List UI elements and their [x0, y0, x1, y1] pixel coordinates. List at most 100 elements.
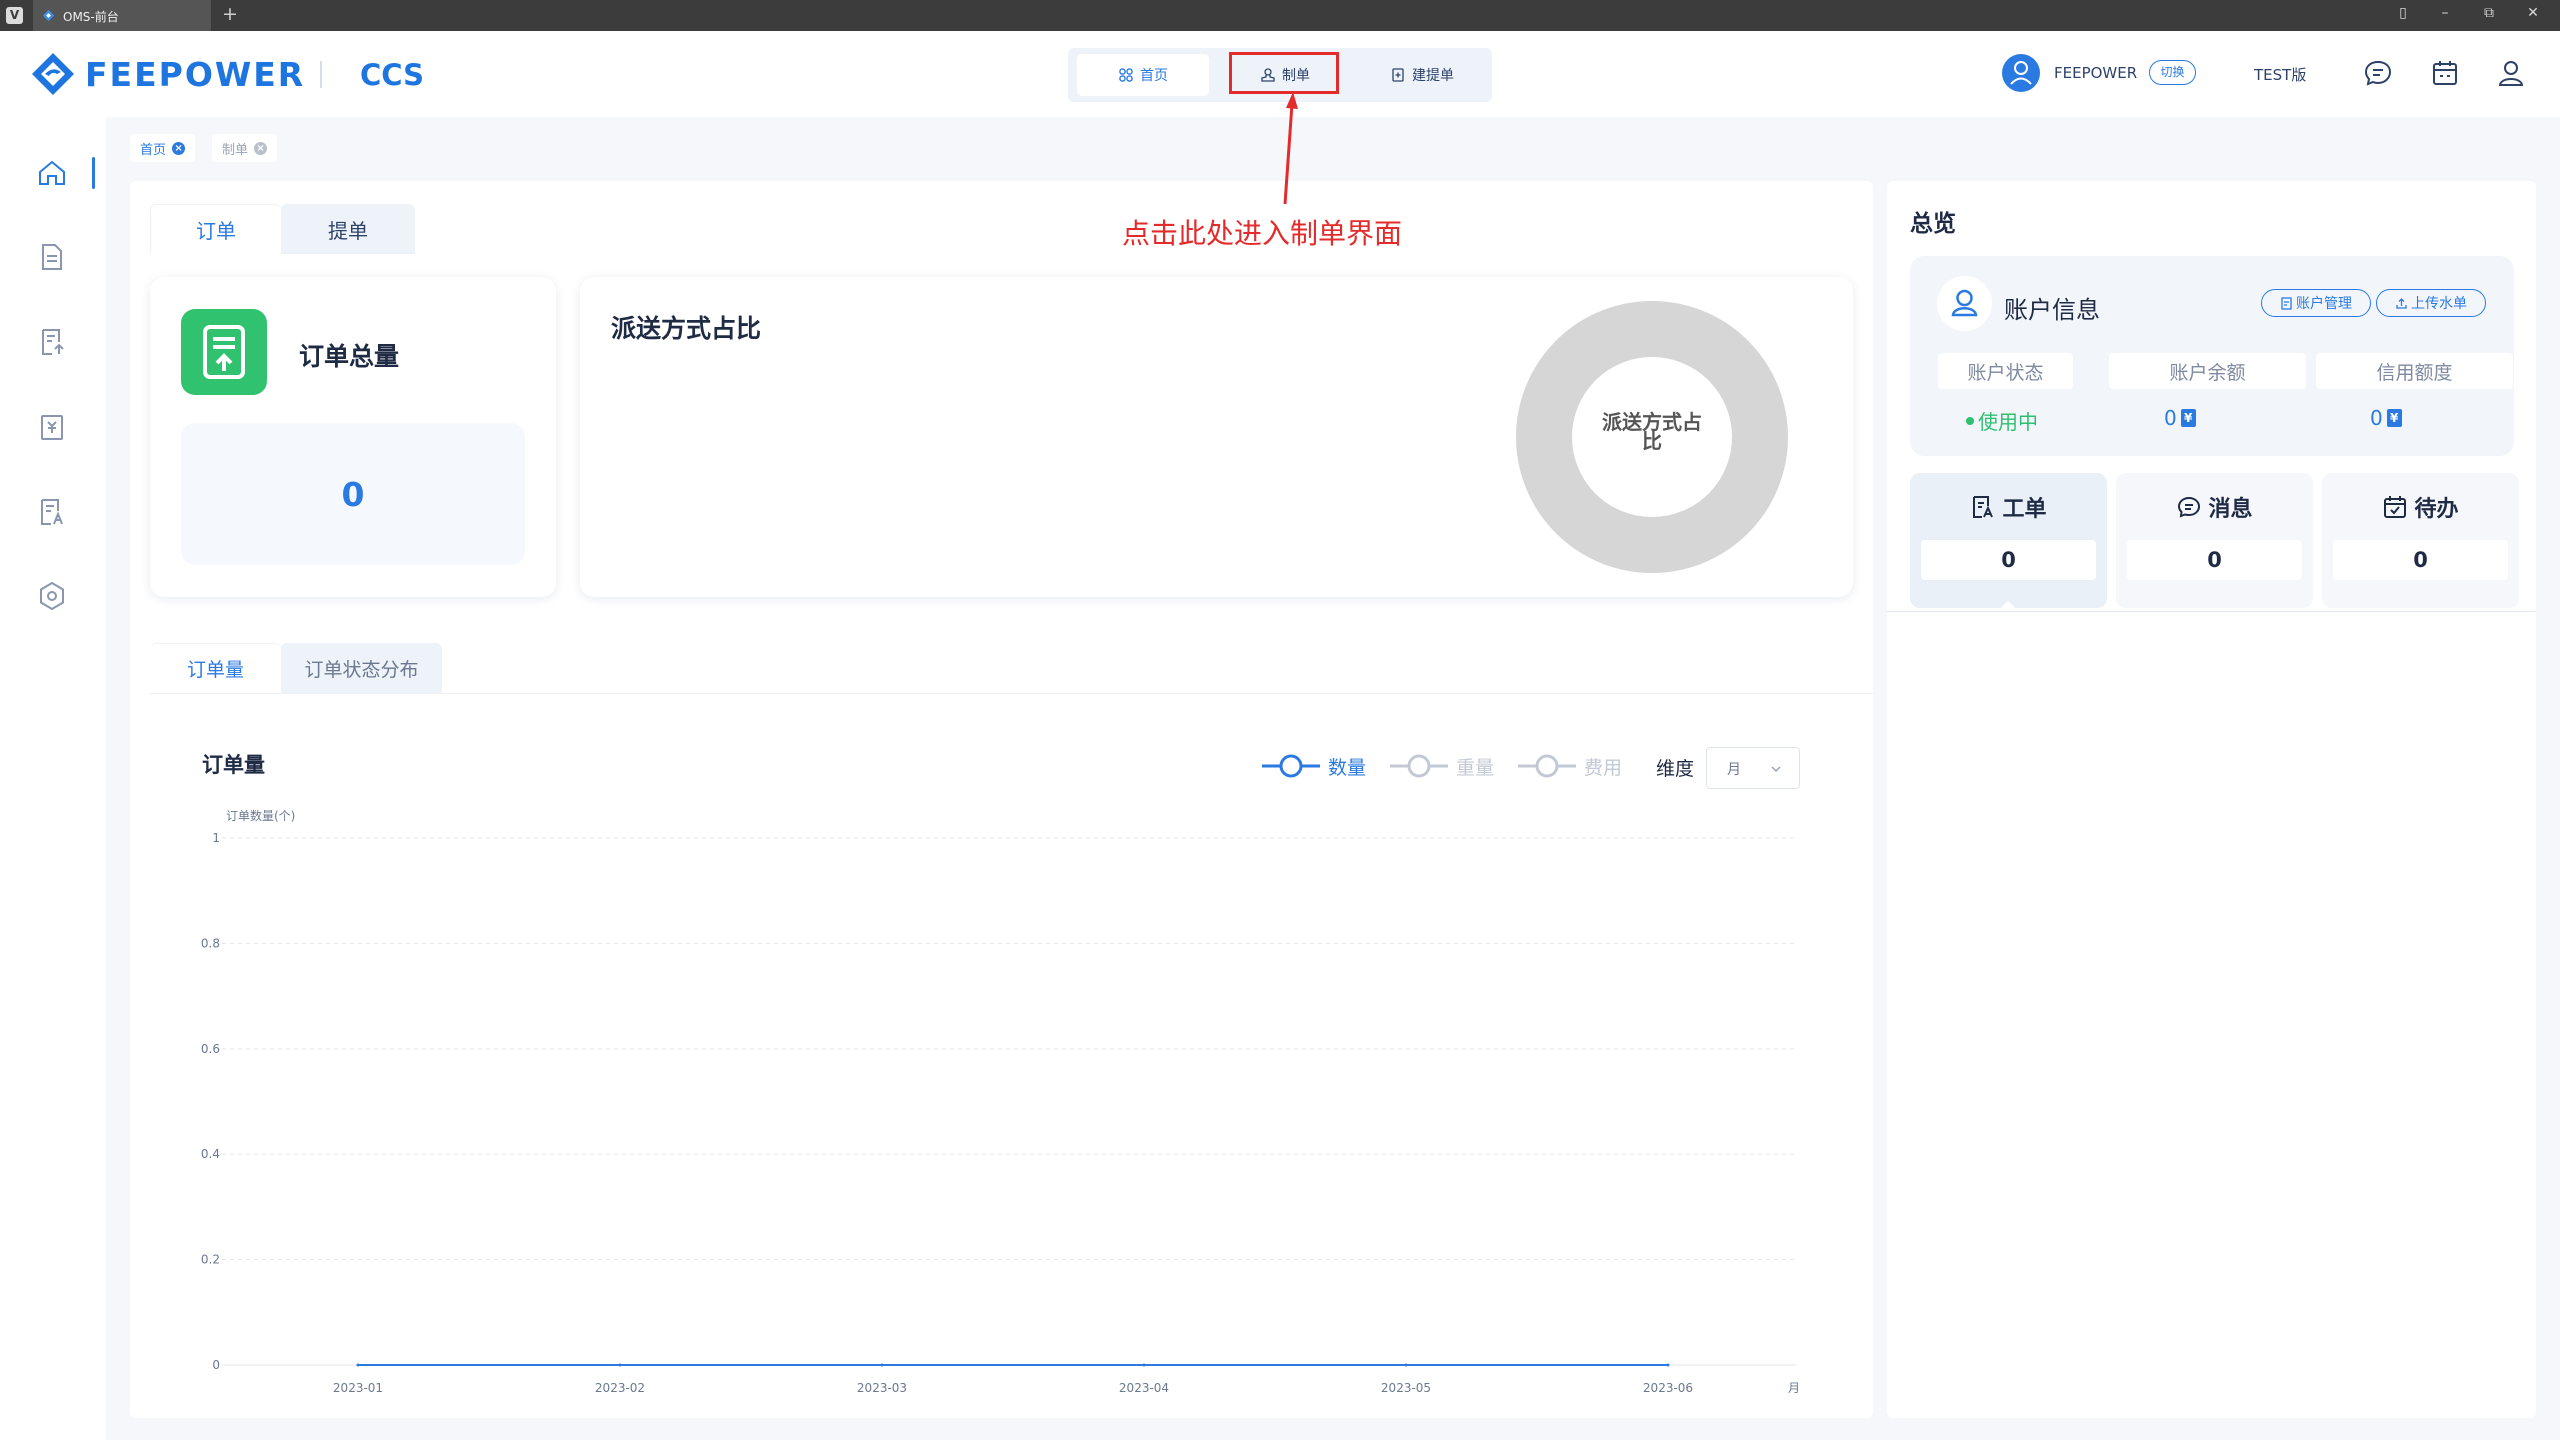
brand-logo-text: FEEPOWER	[85, 55, 306, 94]
chat-icon[interactable]	[2361, 56, 2395, 90]
x-tick-label: 2023-01	[333, 1381, 383, 1395]
document-icon	[2281, 296, 2292, 310]
order-total-card: 订单总量 0	[150, 277, 556, 597]
breadcrumb-tag-home[interactable]: 首页 ×	[130, 134, 196, 162]
product-name: CCS	[360, 58, 424, 92]
feepower-logo-icon	[32, 53, 74, 95]
version-label: TEST版	[2254, 66, 2307, 84]
home-icon[interactable]	[36, 157, 68, 189]
user-name: FEEPOWER	[2054, 64, 2138, 82]
close-tag-icon[interactable]: ×	[254, 141, 268, 155]
legend-label: 重量	[1456, 756, 1495, 779]
account-credit-header: 信用额度	[2316, 353, 2513, 389]
account-status-value: 使用中	[1966, 406, 2038, 435]
y-tick-label: 0.4	[201, 1147, 220, 1161]
user-avatar[interactable]	[2002, 54, 2040, 92]
chevron-down-icon	[1771, 766, 1781, 773]
quick-ticket-label: 工单	[2002, 497, 2047, 522]
nav-home-label: 首页	[1140, 68, 1168, 84]
grid-icon	[1119, 68, 1133, 82]
document-icon[interactable]	[36, 241, 68, 273]
yen-icon: ¥	[2180, 409, 2196, 427]
legend-cost[interactable]: 费用	[1518, 752, 1622, 780]
account-credit-text: 0	[2370, 406, 2383, 430]
window-restore-button[interactable]: ⧉	[2478, 5, 2500, 21]
y-axis-label: 订单数量(个)	[226, 808, 295, 823]
account-info-title: 账户信息	[2004, 296, 2100, 324]
upload-receipt-button[interactable]: 上传水单	[2376, 289, 2486, 317]
data-point	[1404, 1363, 1408, 1367]
tab-order-volume[interactable]: 订单量	[150, 643, 281, 693]
donut-center-label: 派送方式占比	[1602, 410, 1702, 453]
message-icon	[2178, 496, 2201, 518]
browser-title-bar: V OMS-前台 + ▯ – ⧉ ✕	[0, 0, 2560, 31]
overview-panel: 总览 账户信息 账户管理 上传水单 账户状态 账户余额 信用额度 使用中 0 ¥…	[1887, 181, 2536, 1418]
breadcrumb-tag-order[interactable]: 制单 ×	[212, 134, 278, 162]
report-icon[interactable]	[36, 496, 68, 528]
window-minimize-button[interactable]: –	[2434, 5, 2456, 21]
browser-logo-icon[interactable]: V	[6, 7, 23, 24]
data-point	[1666, 1363, 1670, 1367]
quick-message-title: 消息	[2116, 491, 2313, 523]
quick-message[interactable]: 消息 0	[2116, 473, 2313, 608]
account-status-text: 使用中	[1978, 410, 2038, 434]
dimension-select[interactable]: 月	[1706, 747, 1800, 789]
user-profile-icon[interactable]	[2494, 56, 2528, 90]
legend-weight[interactable]: 重量	[1390, 752, 1494, 780]
account-status-header: 账户状态	[1938, 353, 2073, 389]
user-avatar-icon	[2010, 61, 2032, 85]
order-total-value-box: 0	[181, 423, 525, 565]
upload-document-icon[interactable]	[36, 326, 68, 358]
quick-todo[interactable]: 待办 0	[2322, 473, 2519, 608]
settings-icon[interactable]	[36, 580, 68, 612]
x-axis-label: 月	[1788, 1381, 1800, 1395]
browser-tab[interactable]: OMS-前台	[33, 0, 211, 31]
x-tick-label: 2023-03	[857, 1381, 907, 1395]
quick-ticket[interactable]: 工单 0	[1910, 473, 2107, 612]
sidebar-active-indicator	[92, 157, 95, 189]
data-point	[356, 1363, 360, 1367]
order-upload-icon	[203, 325, 245, 379]
quick-todo-title: 待办	[2322, 491, 2519, 523]
ticket-icon	[1973, 496, 1994, 518]
legend-quantity[interactable]: 数量	[1262, 752, 1366, 780]
tab-order-label: 订单	[196, 219, 236, 243]
quick-message-label: 消息	[2208, 497, 2253, 522]
legend-line-icon	[1262, 754, 1320, 778]
annotation-text: 点击此处进入制单界面	[1122, 217, 1403, 250]
tab-order-status-label: 订单状态分布	[304, 658, 419, 681]
account-balance-value: 0 ¥	[2164, 406, 2196, 430]
tab-order-status[interactable]: 订单状态分布	[281, 643, 442, 693]
order-total-title: 订单总量	[299, 342, 400, 371]
document-add-icon	[1392, 68, 1404, 82]
data-point	[880, 1363, 884, 1367]
x-tick-label: 2023-04	[1119, 1381, 1169, 1395]
y-tick-label: 0.8	[201, 936, 220, 950]
logo-divider	[320, 61, 322, 88]
nav-home[interactable]: 首页	[1077, 54, 1209, 96]
account-balance-header: 账户余额	[2109, 353, 2306, 389]
new-tab-button[interactable]: +	[222, 3, 238, 25]
window-pin-icon[interactable]: ▯	[2392, 5, 2414, 21]
annotation-arrow-icon	[1283, 92, 1298, 205]
quick-todo-value: 0	[2333, 540, 2508, 580]
nav-create-bill[interactable]: 建提单	[1361, 54, 1483, 96]
upload-icon	[2396, 297, 2407, 309]
browser-tab-title: OMS-前台	[63, 10, 119, 24]
calendar-icon[interactable]	[2428, 56, 2462, 90]
account-user-icon	[1951, 289, 1978, 317]
legend-line-icon	[1518, 754, 1576, 778]
breadcrumb-tag-label: 制单	[222, 142, 249, 158]
tab-bill[interactable]: 提单	[281, 204, 415, 254]
order-volume-chart: 订单数量(个) 0 0.2 0.4 0.6 0.8 1 2023-01 2023-02 2023-…	[201, 808, 1800, 1395]
tab-divider	[150, 693, 1873, 694]
account-manage-button[interactable]: 账户管理	[2261, 289, 2371, 317]
account-balance-text: 0	[2164, 406, 2177, 430]
close-tag-icon[interactable]: ×	[172, 141, 186, 155]
delivery-ratio-card: 派送方式占比 派送方式占比	[580, 277, 1853, 597]
tab-bill-label: 提单	[328, 218, 368, 243]
switch-account-button[interactable]: 切换	[2149, 60, 2196, 85]
invoice-icon[interactable]	[36, 411, 68, 443]
tab-order[interactable]: 订单	[150, 204, 281, 254]
window-close-button[interactable]: ✕	[2522, 5, 2544, 21]
